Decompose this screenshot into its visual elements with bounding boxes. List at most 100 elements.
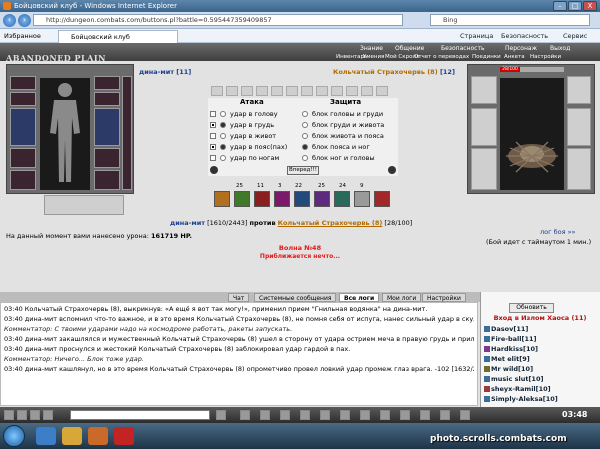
forward-icon[interactable]: ›: [18, 14, 31, 27]
folder-taskbar-icon[interactable]: [62, 427, 82, 445]
list-item[interactable]: music slut[10]: [484, 374, 543, 384]
service-menu[interactable]: Сервис: [563, 29, 587, 43]
player-name[interactable]: дина-мит: [139, 68, 174, 76]
minimize-button[interactable]: –: [553, 1, 567, 11]
tab-chat-settings[interactable]: Настройки: [422, 293, 466, 302]
send-icon[interactable]: [216, 410, 226, 420]
ie-taskbar-icon[interactable]: [36, 427, 56, 445]
user-name[interactable]: music slut[10]: [491, 375, 543, 383]
spell-icon[interactable]: [354, 191, 370, 207]
attack-radio[interactable]: [220, 144, 226, 150]
attack-radio[interactable]: [220, 122, 226, 128]
start-button-icon[interactable]: [3, 425, 25, 447]
tool-icon[interactable]: [400, 410, 410, 420]
spell-icon[interactable]: [234, 191, 250, 207]
tool-icon[interactable]: [320, 410, 330, 420]
safety-menu[interactable]: Безопасность: [501, 29, 548, 43]
list-item[interactable]: Hardkiss[10]: [484, 344, 538, 354]
weapon-slot[interactable]: [10, 108, 36, 146]
tab-my-logs[interactable]: Мои логи: [382, 293, 422, 302]
defense-radio[interactable]: [302, 144, 308, 150]
list-item[interactable]: Dasov[11]: [484, 324, 528, 334]
spell-icon[interactable]: [274, 191, 290, 207]
ring-slot[interactable]: [94, 148, 120, 168]
tool-icon[interactable]: [440, 410, 450, 420]
filter-icon[interactable]: [43, 410, 53, 420]
tool-icon[interactable]: [380, 410, 390, 420]
defense-radio[interactable]: [302, 133, 308, 139]
tab-all-logs[interactable]: Все логи: [339, 293, 380, 302]
amulet-slot[interactable]: [10, 92, 36, 106]
forward-attack-button[interactable]: Вперед!!!: [287, 166, 319, 175]
refresh-button[interactable]: Обновить: [509, 303, 554, 313]
earring-slot[interactable]: [94, 76, 120, 90]
attack-checkbox[interactable]: [210, 155, 216, 161]
chat-input[interactable]: [70, 410, 210, 420]
tool-icon[interactable]: [260, 410, 270, 420]
user-name[interactable]: Dasov[11]: [491, 325, 528, 333]
back-icon[interactable]: ‹: [3, 14, 16, 27]
nav-profile[interactable]: Анкета: [504, 54, 525, 60]
tab-system[interactable]: Системные сообщения: [254, 293, 337, 302]
tool-icon[interactable]: [420, 410, 430, 420]
tool-icon[interactable]: [360, 410, 370, 420]
attack-checkbox[interactable]: [210, 122, 216, 128]
offhand-slot[interactable]: [94, 108, 120, 146]
defense-radio[interactable]: [302, 155, 308, 161]
list-item[interactable]: sheyx-Ramil[10]: [484, 384, 551, 394]
right-gear-icon[interactable]: [388, 166, 396, 174]
gloves-slot[interactable]: [94, 92, 120, 106]
translit-icon[interactable]: [30, 410, 40, 420]
browser-tab[interactable]: Бойцовский клуб: [58, 30, 178, 43]
nav-exit[interactable]: Выход: [550, 45, 570, 52]
tab-chat[interactable]: Чат: [228, 293, 250, 302]
user-name[interactable]: Met elit[9]: [491, 355, 530, 363]
media-taskbar-icon[interactable]: [88, 427, 108, 445]
attack-radio[interactable]: [220, 111, 226, 117]
close-button[interactable]: X: [583, 1, 597, 11]
defense-radio[interactable]: [302, 122, 308, 128]
enemy-name[interactable]: Кольчатый Страхочервь (8): [333, 68, 438, 76]
nav-transfers[interactable]: Отчет о переводах: [414, 54, 469, 60]
tool-icon[interactable]: [280, 410, 290, 420]
spell-icon[interactable]: [314, 191, 330, 207]
tool-icon[interactable]: [340, 410, 350, 420]
defense-radio[interactable]: [302, 111, 308, 117]
user-name[interactable]: Fire-ball[11]: [491, 335, 536, 343]
user-name[interactable]: Mr wild[10]: [491, 365, 533, 373]
boots-slot[interactable]: [94, 170, 120, 190]
helmet-slot[interactable]: [10, 76, 36, 90]
tool-icon[interactable]: [300, 410, 310, 420]
nav-knowledge[interactable]: Знание: [360, 45, 383, 52]
armor-slot[interactable]: [10, 148, 36, 168]
spell-icon[interactable]: [214, 191, 230, 207]
tool-icon[interactable]: [240, 410, 250, 420]
nav-skills[interactable]: Умения: [363, 54, 384, 60]
user-name[interactable]: Hardkiss[10]: [491, 345, 538, 353]
maximize-button[interactable]: □: [568, 1, 582, 11]
user-name[interactable]: Simply-Aleksa[10]: [491, 395, 558, 403]
opera-taskbar-icon[interactable]: [114, 427, 134, 445]
attack-checkbox[interactable]: [210, 111, 216, 117]
scroll-slots[interactable]: [122, 76, 132, 190]
list-item[interactable]: Mr wild[10]: [484, 364, 533, 374]
attack-checkbox[interactable]: [210, 133, 216, 139]
list-item[interactable]: Met elit[9]: [484, 354, 530, 364]
quick-slots[interactable]: [44, 195, 124, 215]
clear-icon[interactable]: [17, 410, 27, 420]
attack-radio[interactable]: [220, 155, 226, 161]
spell-icon[interactable]: [294, 191, 310, 207]
nav-security[interactable]: Безопасность: [441, 45, 485, 52]
spell-icon[interactable]: [374, 191, 390, 207]
belt-slot[interactable]: [10, 170, 36, 190]
user-name[interactable]: sheyx-Ramil[10]: [491, 385, 551, 393]
spell-icon[interactable]: [334, 191, 350, 207]
tool-icon[interactable]: [460, 410, 470, 420]
nav-fights[interactable]: Поединки: [472, 54, 501, 60]
nav-settings[interactable]: Настройки: [530, 54, 561, 60]
page-menu[interactable]: Страница: [460, 29, 493, 43]
search-input[interactable]: Bing: [430, 14, 590, 26]
smile-icon[interactable]: [4, 410, 14, 420]
nav-chat[interactable]: Общение: [395, 45, 424, 52]
list-item[interactable]: Fire-ball[11]: [484, 334, 536, 344]
